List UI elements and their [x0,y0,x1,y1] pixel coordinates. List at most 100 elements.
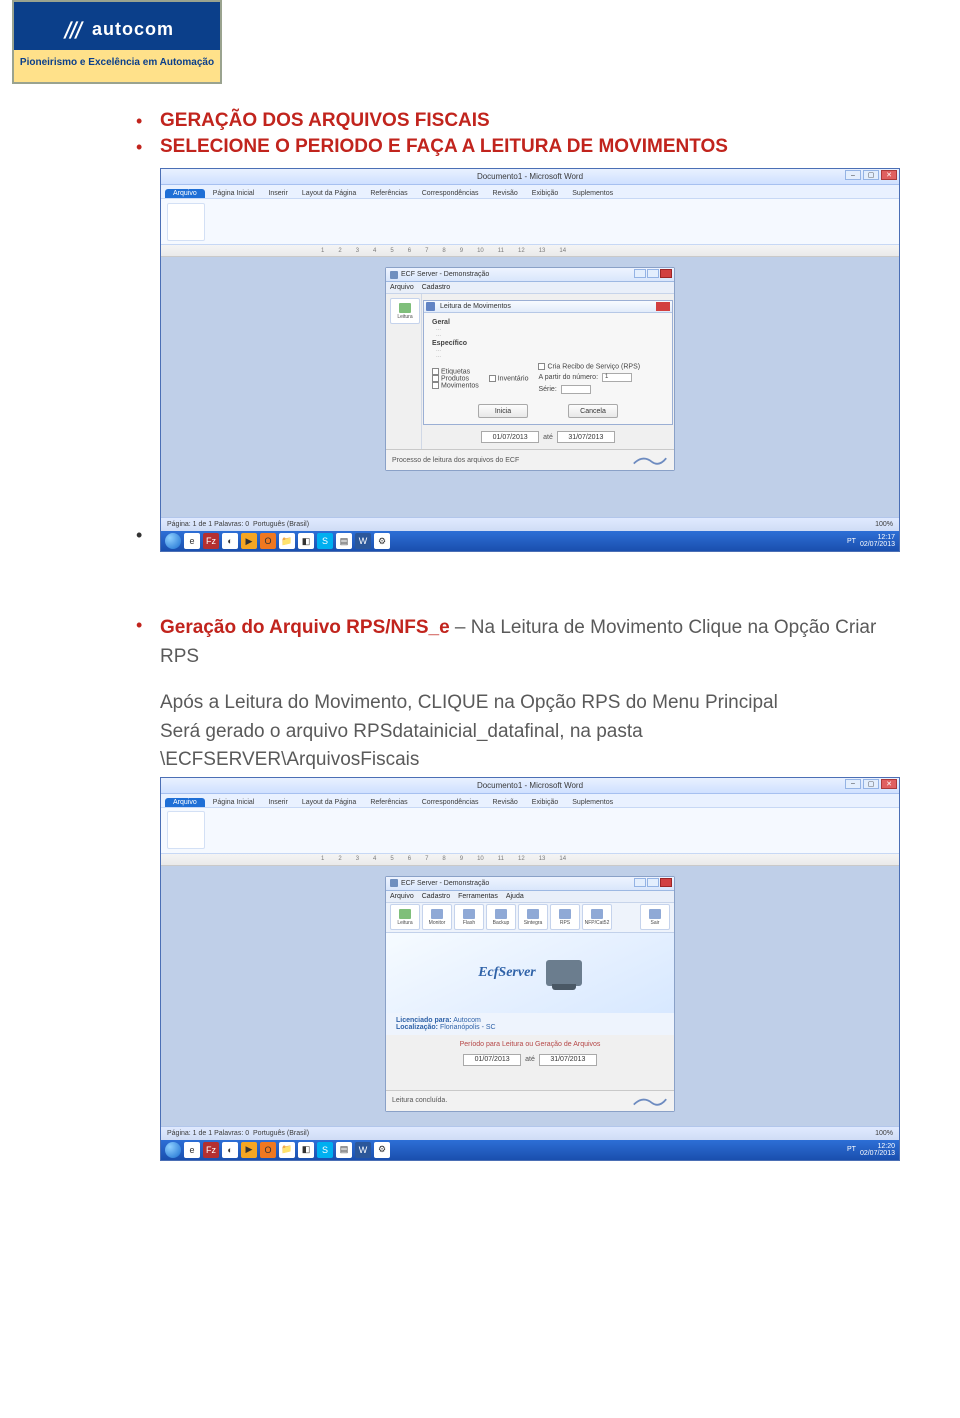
tool-backup[interactable]: Backup [486,904,516,930]
tab-home[interactable]: Página Inicial [207,189,261,198]
office-icon[interactable]: O [260,1142,276,1158]
explorer-icon[interactable]: 📁 [279,533,295,549]
tab-insert[interactable]: Inserir [262,189,293,198]
ecf-status-text-2: Leitura concluída. [392,1097,447,1104]
chrome-icon[interactable]: ◐ [222,1142,238,1158]
ecf-min-icon[interactable] [634,269,646,278]
tray-time-1: 12:17 [877,534,895,541]
label-apartir: A partir do número: [538,374,598,381]
brand-swoosh-icon [632,1095,668,1107]
date-to-1[interactable]: 31/07/2013 [557,431,615,443]
other-icon[interactable]: ◧ [298,533,314,549]
menu-cadastro[interactable]: Cadastro [422,284,450,291]
tray-lang[interactable]: PT [847,538,856,545]
ecf-window-1: ECF Server - Demonstração Arquivo Cadast… [385,267,675,471]
menu-arquivo[interactable]: Arquivo [390,893,414,900]
skype-icon[interactable]: S [317,533,333,549]
backup-icon [495,909,507,919]
file-tab[interactable]: Arquivo [165,189,205,198]
input-serie[interactable] [561,385,591,394]
tool-sintegra[interactable]: Sintegra [518,904,548,930]
rps-icon [559,909,571,919]
tab-corr[interactable]: Correspondências [416,189,485,198]
media-icon[interactable]: ▶ [241,1142,257,1158]
chk-etiquetas[interactable]: Etiquetas [432,368,479,375]
filezilla-icon[interactable]: Fz [203,1142,219,1158]
tool-nfp[interactable]: NFP/Cat52 [582,904,612,930]
min-icon[interactable]: – [845,170,861,180]
word-icon[interactable]: W [355,1142,371,1158]
tray-date-2: 02/07/2013 [860,1150,895,1157]
notes-icon[interactable]: ▤ [336,1142,352,1158]
office-icon[interactable]: O [260,533,276,549]
tool-monitor[interactable]: Monitor [422,904,452,930]
chk-produtos[interactable]: Produtos [432,375,479,382]
doc-area-2: ECF Server - Demonstração Arquivo Cadast… [161,866,899,1126]
ecf-max-icon[interactable] [647,878,659,887]
sintegra-icon [527,909,539,919]
ie-icon[interactable]: e [184,1142,200,1158]
tool-leitura[interactable]: Leitura [390,904,420,930]
word-title: Documento1 - Microsoft Word [477,172,583,181]
leitura-icon [399,303,411,313]
tab-layout[interactable]: Layout da Página [296,189,363,198]
close-icon[interactable]: ✕ [881,170,897,180]
file-tab[interactable]: Arquivo [165,798,205,807]
inicia-button[interactable]: Inicia [478,404,528,418]
tool-sair[interactable]: Sair [640,904,670,930]
chrome-icon[interactable]: ◐ [222,533,238,549]
brand-swoosh-icon [632,454,668,466]
ecf-close-icon[interactable] [660,269,672,278]
ecf-max-icon[interactable] [647,269,659,278]
para-path: \ECFSERVER\ArquivosFiscais [160,746,880,775]
logo-tagline: Pioneirismo e Excelência em Automação [20,57,214,68]
tool-rps[interactable]: RPS [550,904,580,930]
tab-ref[interactable]: Referências [364,189,413,198]
word-window-1: Documento1 - Microsoft Word – ▢ ✕ Arquiv… [160,168,900,552]
ie-icon[interactable]: e [184,533,200,549]
skype-icon[interactable]: S [317,1142,333,1158]
other-icon[interactable]: ◧ [298,1142,314,1158]
chk-rps[interactable]: Cria Recibo de Serviço (RPS) [538,363,640,370]
dialog-close-icon[interactable] [656,302,670,311]
start-orb-icon[interactable] [165,1142,181,1158]
tab-rev[interactable]: Revisão [487,189,524,198]
input-numero[interactable]: 1 [602,373,632,382]
tool-flash[interactable]: Flash [454,904,484,930]
tab-exib[interactable]: Exibição [526,189,564,198]
cancela-button[interactable]: Cancela [568,404,618,418]
media-icon[interactable]: ▶ [241,533,257,549]
filezilla-icon[interactable]: Fz [203,533,219,549]
document-body: GERAÇÃO DOS ARQUIVOS FISCAIS SELECIONE O… [0,0,960,1161]
ecf-statusbar-2: Leitura concluída. [386,1090,674,1111]
notes-icon[interactable]: ▤ [336,533,352,549]
max-icon[interactable]: ▢ [863,779,879,789]
leitura-dialog: Leitura de Movimentos Geral ... ... Espe… [423,300,673,425]
menu-arquivo[interactable]: Arquivo [390,284,414,291]
min-icon[interactable]: – [845,779,861,789]
date-to-2[interactable]: 31/07/2013 [539,1054,597,1066]
app-icon[interactable]: ⚙ [374,533,390,549]
date-from-2[interactable]: 01/07/2013 [463,1054,521,1066]
menu-ferramentas[interactable]: Ferramentas [458,893,498,900]
chk-movimentos[interactable]: Movimentos [432,382,479,389]
tab-supl[interactable]: Suplementos [566,189,619,198]
chk-inventario[interactable]: Inventário [489,375,529,382]
ecf-close-icon[interactable] [660,878,672,887]
menu-cadastro[interactable]: Cadastro [422,893,450,900]
explorer-icon[interactable]: 📁 [279,1142,295,1158]
close-icon[interactable]: ✕ [881,779,897,789]
heading-2: SELECIONE O PERIODO E FAÇA A LEITURA DE … [160,136,728,157]
date-from-1[interactable]: 01/07/2013 [481,431,539,443]
menu-ajuda[interactable]: Ajuda [506,893,524,900]
word-icon[interactable]: W [355,533,371,549]
side-leitura-button[interactable]: Leitura [390,298,420,324]
taskbar-1: e Fz ◐ ▶ O 📁 ◧ S ▤ W ⚙ PT 12:17 02/07/20… [161,531,899,551]
start-orb-icon[interactable] [165,533,181,549]
tray-lang[interactable]: PT [847,1146,856,1153]
word-statusbar-2: Página: 1 de 1 Palavras: 0 Português (Br… [161,1126,899,1140]
ribbon-body [161,199,899,245]
max-icon[interactable]: ▢ [863,170,879,180]
app-icon[interactable]: ⚙ [374,1142,390,1158]
ecf-min-icon[interactable] [634,878,646,887]
